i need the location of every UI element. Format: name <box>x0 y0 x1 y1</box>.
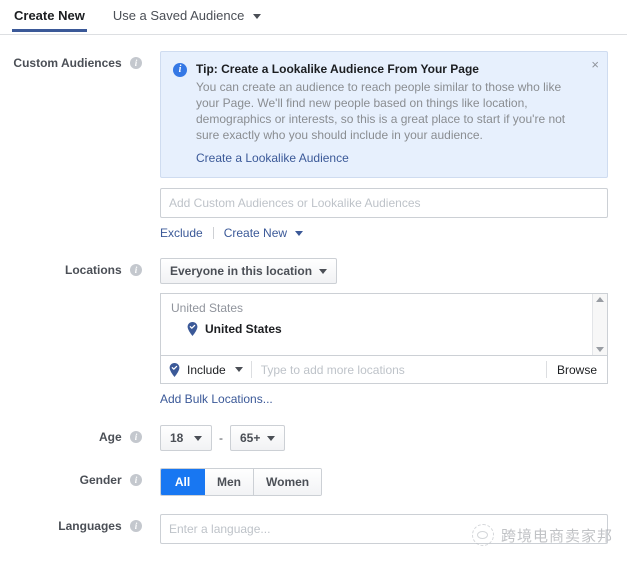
add-bulk-locations-link[interactable]: Add Bulk Locations... <box>160 392 608 406</box>
age-min-value: 18 <box>170 431 184 445</box>
gender-label-cell: Gender i <box>0 468 148 487</box>
location-group-header: United States <box>171 301 244 315</box>
custom-audiences-label-cell: Custom Audiences i <box>0 51 148 70</box>
age-min-dropdown[interactable]: 18 <box>160 425 212 451</box>
include-mode-dropdown[interactable]: Include <box>161 356 251 383</box>
browse-button[interactable]: Browse <box>547 363 607 377</box>
gender-option-all[interactable]: All <box>161 469 205 495</box>
age-label: Age <box>98 429 122 444</box>
tab-create-new-label: Create New <box>14 8 85 23</box>
location-add-bar: Include Type to add more locations Brows… <box>160 355 608 384</box>
custom-audiences-label: Custom Audiences <box>13 55 122 70</box>
row-languages: Languages i Enter a language... <box>0 514 627 544</box>
info-icon: i <box>173 63 187 77</box>
age-field: 18 - 65+ <box>148 425 627 451</box>
create-new-audience-label: Create New <box>223 226 288 240</box>
custom-audiences-field: × i Tip: Create a Lookalike Audience Fro… <box>148 51 627 240</box>
create-new-audience-link[interactable]: Create New <box>224 226 304 240</box>
custom-audiences-placeholder: Add Custom Audiences or Lookalike Audien… <box>169 196 421 210</box>
location-name: United States <box>205 322 282 336</box>
scroll-down-icon[interactable] <box>596 347 604 352</box>
info-icon[interactable]: i <box>130 263 142 276</box>
age-max-dropdown[interactable]: 65+ <box>230 425 286 451</box>
selected-locations-inner: United States United States <box>161 294 592 355</box>
tab-use-saved-audience-label: Use a Saved Audience <box>112 8 245 23</box>
selected-locations-list: United States United States <box>160 293 608 355</box>
locations-label-cell: Locations i <box>0 258 148 277</box>
location-search-input[interactable]: Type to add more locations <box>252 363 546 377</box>
languages-field: Enter a language... <box>148 514 627 544</box>
gender-field: All Men Women <box>148 468 627 496</box>
row-custom-audiences: Custom Audiences i × i Tip: Create a Loo… <box>0 51 627 240</box>
tab-list: Create New Use a Saved Audience <box>0 0 627 34</box>
gender-button-group: All Men Women <box>160 468 323 496</box>
close-icon[interactable]: × <box>591 58 599 71</box>
info-icon[interactable]: i <box>130 56 142 69</box>
tab-use-saved-audience[interactable]: Use a Saved Audience <box>99 0 275 26</box>
info-icon[interactable]: i <box>130 430 142 443</box>
gender-option-men[interactable]: Men <box>205 469 254 495</box>
tab-create-new[interactable]: Create New <box>0 0 99 32</box>
include-mode-label: Include <box>187 362 226 377</box>
languages-label-cell: Languages i <box>0 514 148 533</box>
audience-form: Custom Audiences i × i Tip: Create a Loo… <box>0 35 627 544</box>
age-label-cell: Age i <box>0 425 148 444</box>
tab-bar: Create New Use a Saved Audience <box>0 0 627 35</box>
age-range-separator: - <box>219 431 223 445</box>
row-gender: Gender i All Men Women <box>0 468 627 496</box>
languages-label: Languages <box>58 518 122 533</box>
age-max-value: 65+ <box>240 431 261 445</box>
languages-input[interactable]: Enter a language... <box>160 514 608 544</box>
location-pin-check-icon <box>169 362 180 377</box>
scroll-up-icon[interactable] <box>596 297 604 302</box>
scrollbar[interactable] <box>592 294 607 355</box>
tip-body-text: You can create an audience to reach peop… <box>196 80 566 142</box>
list-item[interactable]: United States <box>171 322 582 336</box>
location-scope-dropdown[interactable]: Everyone in this location <box>160 258 338 284</box>
languages-placeholder: Enter a language... <box>169 522 271 536</box>
chevron-down-icon <box>252 14 261 20</box>
chevron-down-icon <box>267 435 276 441</box>
info-icon[interactable]: i <box>130 473 142 486</box>
chevron-down-icon <box>319 268 328 274</box>
chevron-down-icon <box>194 435 202 441</box>
locations-field: Everyone in this location United States … <box>148 258 627 406</box>
exclude-link[interactable]: Exclude <box>160 226 203 240</box>
locations-label: Locations <box>64 262 122 277</box>
row-locations: Locations i Everyone in this location Un… <box>0 258 627 406</box>
custom-audiences-links: Exclude Create New <box>160 226 608 240</box>
chevron-down-icon <box>295 231 304 237</box>
create-lookalike-audience-link[interactable]: Create a Lookalike Audience <box>196 151 577 165</box>
location-scope-label: Everyone in this location <box>170 264 313 278</box>
location-search-placeholder: Type to add more locations <box>260 362 405 377</box>
lookalike-tip-box: × i Tip: Create a Lookalike Audience Fro… <box>160 51 608 178</box>
location-pin-check-icon <box>187 322 198 336</box>
row-age: Age i 18 - 65+ <box>0 425 627 451</box>
tip-title: Tip: Create a Lookalike Audience From Yo… <box>196 62 479 76</box>
chevron-down-icon <box>234 367 243 372</box>
custom-audiences-input[interactable]: Add Custom Audiences or Lookalike Audien… <box>160 188 608 218</box>
gender-option-women[interactable]: Women <box>254 469 322 495</box>
divider <box>212 227 214 239</box>
gender-label: Gender <box>79 472 122 487</box>
info-icon[interactable]: i <box>130 519 142 532</box>
